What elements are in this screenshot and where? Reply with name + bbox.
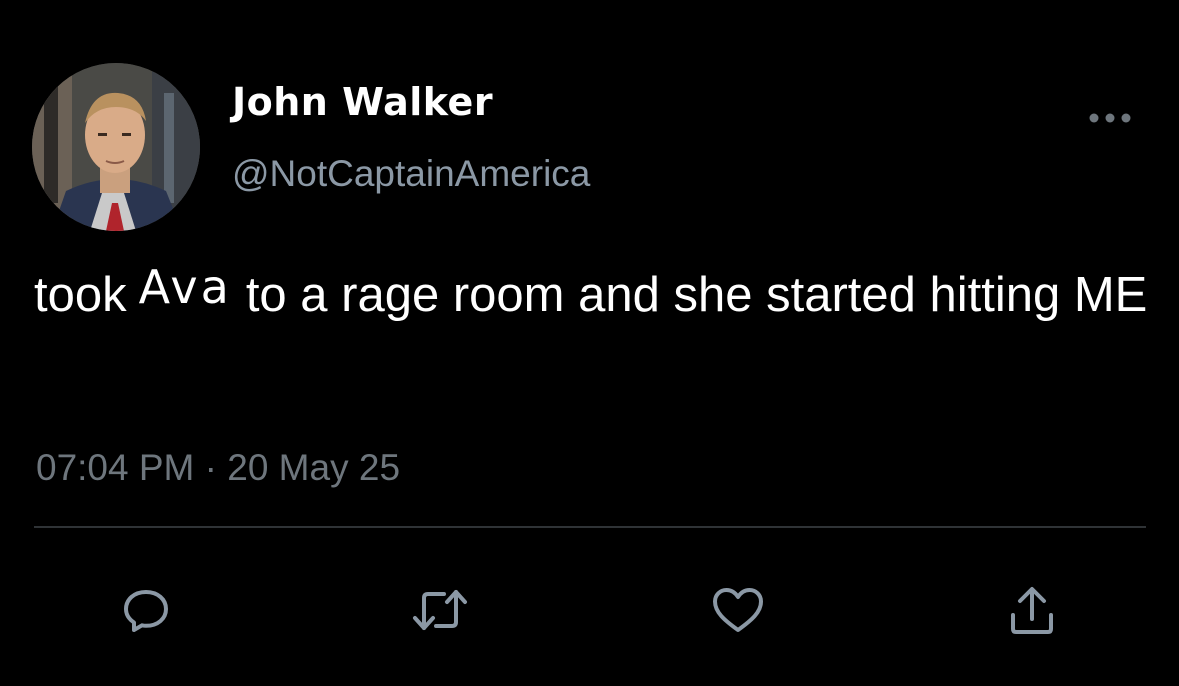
- tweet-text-part2: to a rage room and she started hitting M…: [245, 268, 1148, 322]
- retweet-icon: [413, 590, 467, 630]
- share-button[interactable]: [1002, 580, 1062, 640]
- share-icon: [1011, 587, 1053, 634]
- heart-icon: [713, 588, 763, 632]
- reply-button[interactable]: [116, 580, 176, 640]
- tweet-text-part1: took: [34, 268, 127, 322]
- author-handle[interactable]: @NotCaptainAmerica: [232, 152, 590, 196]
- author-display-name[interactable]: John Walker: [232, 80, 493, 124]
- like-button[interactable]: [708, 580, 768, 640]
- reply-icon: [124, 590, 168, 632]
- tweet-timestamp[interactable]: 07:04 PM · 20 May 25: [36, 446, 400, 490]
- retweet-button[interactable]: [410, 580, 470, 640]
- divider: [34, 526, 1146, 528]
- more-options-icon[interactable]: [1082, 100, 1138, 136]
- tweet-text-highlight: Ava: [138, 260, 232, 314]
- author-avatar[interactable]: [32, 63, 200, 231]
- tweet-text: took Ava to a rage room and she started hi…: [34, 260, 1164, 328]
